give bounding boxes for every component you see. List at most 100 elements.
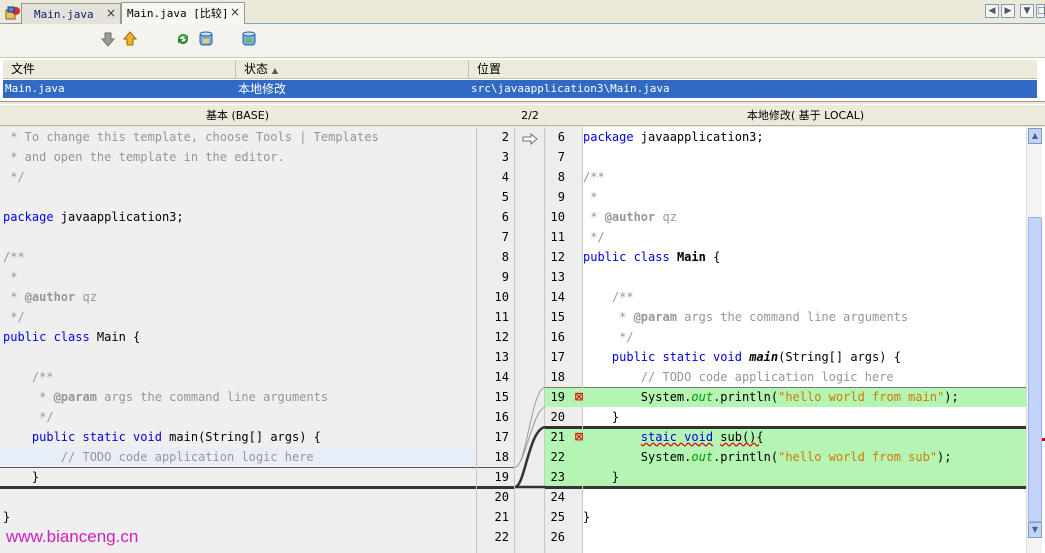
line-number: 13 <box>494 350 509 364</box>
code-token: javaapplication3; <box>633 130 764 144</box>
tab-main-java-compare[interactable]: Main.java [比较] × <box>121 2 245 24</box>
code-line: staic void sub(){ <box>583 427 1026 447</box>
line-number: 21 <box>494 510 509 524</box>
scrollbar-thumb[interactable] <box>1028 217 1042 522</box>
commit-button[interactable] <box>239 29 259 49</box>
code-line: // TODO code application logic here <box>0 447 476 467</box>
table-header: 文件 状态 ▲ 位置 <box>3 60 1037 79</box>
code-token: */ <box>583 230 605 244</box>
code-line: // TODO code application logic here <box>583 367 1026 387</box>
scroll-tabs-left-icon[interactable]: ◀ <box>985 4 999 18</box>
code-token: } <box>3 470 40 484</box>
code-line: */ <box>583 327 1026 347</box>
code-token: qz <box>655 210 677 224</box>
code-token: System. <box>583 390 692 404</box>
code-token: public class <box>583 250 670 264</box>
code-token: Main <box>676 250 706 264</box>
next-difference-button[interactable] <box>98 29 118 49</box>
code-line: } <box>0 467 476 487</box>
editor-tab-bar: Main.java × Main.java [比较] × ◀ ▶ ▼ □ <box>0 0 1045 24</box>
diff-boundary <box>477 486 514 489</box>
previous-difference-button[interactable] <box>120 29 140 49</box>
table-row[interactable]: Main.java 本地修改 src\javaapplication3\Main… <box>3 80 1037 98</box>
column-header-status[interactable]: 状态 ▲ <box>236 60 469 79</box>
code-line: public class Main { <box>583 247 1026 267</box>
line-number: 14 <box>550 290 565 304</box>
line-number: 22 <box>494 530 509 544</box>
line-number: 20 <box>550 410 565 424</box>
code-token: "hello world from sub" <box>778 450 938 464</box>
line-number: 6 <box>557 130 565 144</box>
code-line: */ <box>0 407 476 427</box>
refresh-icon <box>178 34 188 44</box>
code-line: /** <box>583 287 1026 307</box>
line-number: 17 <box>494 430 509 444</box>
code-line: /** <box>583 167 1026 187</box>
vertical-scrollbar[interactable]: ▲ ▼ <box>1026 127 1042 553</box>
column-header-location[interactable]: 位置 <box>469 60 1037 79</box>
code-line: * To change this template, choose Tools … <box>0 127 476 147</box>
line-number: 20 <box>494 490 509 504</box>
diff-header: 基本 (BASE) 2/2 本地修改( 基于 LOCAL) <box>0 104 1045 126</box>
code-token: @author <box>24 290 76 304</box>
code-token: ); <box>944 390 959 404</box>
update-button[interactable] <box>196 29 216 49</box>
line-number: 2 <box>501 130 509 144</box>
code-token: * <box>3 270 18 284</box>
code-line: * <box>583 187 1026 207</box>
code-token: .println( <box>713 390 779 404</box>
tab-label: Main.java <box>34 8 94 21</box>
code-line: public static void main(String[] args) { <box>0 427 476 447</box>
close-icon[interactable]: × <box>106 4 116 23</box>
refresh-diff-button[interactable] <box>173 29 193 49</box>
code-token: staic void <box>640 430 714 444</box>
code-token: // TODO code application logic here <box>3 450 314 464</box>
code-token: @param <box>633 310 677 324</box>
code-token: * To change this template, choose Tools … <box>3 130 379 144</box>
watermark: www.bianceng.cn <box>6 527 139 546</box>
scroll-down-icon[interactable]: ▼ <box>1028 522 1042 538</box>
line-number: 7 <box>501 230 509 244</box>
tab-main-java[interactable]: Main.java × <box>21 3 121 24</box>
code-line: * @author qz <box>583 207 1026 227</box>
column-header-label: 文件 <box>11 62 36 76</box>
scroll-tabs-right-icon[interactable]: ▶ <box>1001 4 1015 18</box>
cell-file: Main.java <box>5 82 65 95</box>
code-token: /** <box>583 290 634 304</box>
base-code-pane[interactable]: * To change this template, choose Tools … <box>0 127 476 553</box>
line-number: 5 <box>501 190 509 204</box>
code-line: } <box>583 407 1026 427</box>
code-token: args the command line arguments <box>96 390 329 404</box>
code-token: /** <box>583 170 605 184</box>
code-line: System.out.println("hello world from mai… <box>583 387 1026 407</box>
restore-window-icon[interactable]: □ <box>1036 4 1045 18</box>
cell-status: 本地修改 <box>238 82 287 96</box>
code-line: } <box>0 507 476 527</box>
column-header-file[interactable]: 文件 <box>3 60 236 79</box>
tab-list-dropdown-icon[interactable]: ▼ <box>1020 4 1034 18</box>
code-token: main(String[] args) { <box>161 430 321 444</box>
line-number: 8 <box>501 250 509 264</box>
code-token: * <box>583 310 634 324</box>
line-number: 18 <box>494 450 509 464</box>
local-code-pane[interactable]: package javaapplication3; /** * * @author… <box>583 127 1026 553</box>
scroll-up-icon[interactable]: ▲ <box>1028 128 1042 144</box>
code-token: /** <box>3 250 25 264</box>
code-token: // TODO code application logic here <box>583 370 894 384</box>
line-number: 3 <box>501 150 509 164</box>
database-icon <box>199 31 213 46</box>
line-number: 16 <box>494 410 509 424</box>
code-line: * @param args the command line arguments <box>583 307 1026 327</box>
line-number: 9 <box>501 270 509 284</box>
close-icon[interactable]: × <box>230 3 240 22</box>
code-token: public static void <box>31 430 162 444</box>
